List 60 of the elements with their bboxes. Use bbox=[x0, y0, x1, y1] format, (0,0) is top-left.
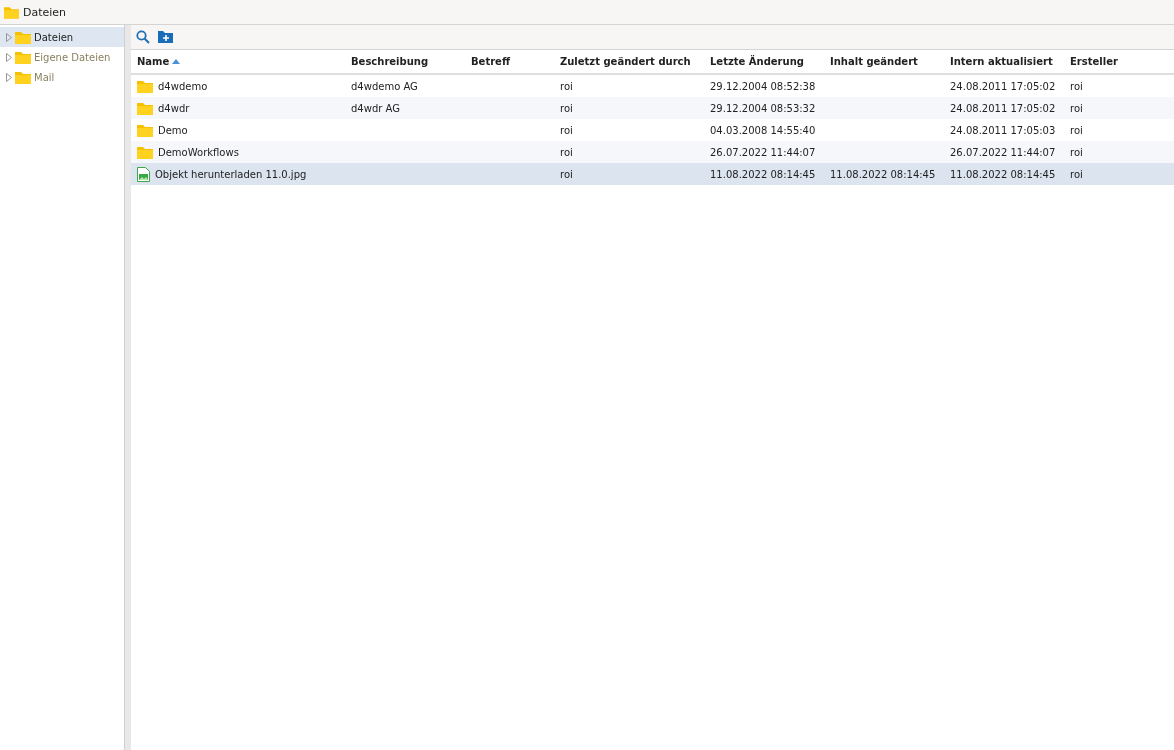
table-row[interactable]: d4wdr d4wdr AG roi 29.12.2004 08:53:32 24.08.2011 17:05:02 roi bbox=[131, 97, 1174, 119]
table-row[interactable]: DemoWorkflows roi 26.07.2022 11:44:07 26.07.2022 11:44:07 roi bbox=[131, 141, 1174, 163]
table-cell: roi bbox=[1070, 124, 1083, 136]
table-cell: roi bbox=[1070, 102, 1083, 114]
table-cell: d4wdr AG bbox=[351, 102, 400, 114]
table-cell: roi bbox=[1070, 168, 1083, 180]
table-cell: 29.12.2004 08:52:38 bbox=[710, 80, 816, 92]
table-cell: 26.07.2022 11:44:07 bbox=[710, 146, 816, 158]
folder-icon bbox=[137, 79, 153, 93]
table-cell: 24.08.2011 17:05:03 bbox=[950, 124, 1056, 136]
tree-item-label: Dateien bbox=[34, 31, 74, 43]
table-cell: 26.07.2022 11:44:07 bbox=[950, 146, 1056, 158]
table-cell: 11.08.2022 08:14:45 bbox=[950, 168, 1056, 180]
table-row[interactable]: Objekt herunterladen 11.0.jpg roi 11.08.2022 08:14:45 11.08.2022 08:14:45 11.08.2022 08:14:45 roi bbox=[131, 163, 1174, 185]
window-title: Dateien bbox=[23, 5, 67, 19]
file-name: DemoWorkflows bbox=[158, 146, 239, 158]
folder-icon bbox=[4, 5, 19, 19]
search-icon bbox=[136, 30, 150, 44]
tree-item[interactable]: Eigene Dateien bbox=[0, 47, 124, 67]
file-name: Objekt herunterladen 11.0.jpg bbox=[155, 168, 307, 180]
column-header[interactable]: Intern aktualisiert bbox=[944, 50, 1064, 73]
new-folder-button[interactable] bbox=[158, 31, 173, 43]
tree-item[interactable]: Mail bbox=[0, 67, 124, 87]
table-cell: 04.03.2008 14:55:40 bbox=[710, 124, 816, 136]
file-name: d4wdr bbox=[158, 102, 190, 114]
table-cell: roi bbox=[560, 146, 573, 158]
file-name: d4wdemo bbox=[158, 80, 208, 92]
folder-icon bbox=[137, 101, 153, 115]
column-header[interactable]: Name bbox=[131, 50, 345, 73]
folder-icon bbox=[137, 145, 153, 159]
column-header[interactable]: Beschreibung bbox=[345, 50, 465, 73]
column-header[interactable]: Inhalt geändert bbox=[824, 50, 944, 73]
column-header[interactable]: Zuletzt geändert durch bbox=[554, 50, 704, 73]
search-button[interactable] bbox=[136, 30, 150, 44]
column-header[interactable]: Betreff bbox=[465, 50, 554, 73]
folder-icon bbox=[137, 123, 153, 137]
table-cell: 24.08.2011 17:05:02 bbox=[950, 80, 1056, 92]
tree-item-label: Mail bbox=[34, 71, 55, 83]
file-name: Demo bbox=[158, 124, 188, 136]
folder-icon bbox=[15, 70, 31, 84]
table-cell: 24.08.2011 17:05:02 bbox=[950, 102, 1056, 114]
table-cell: roi bbox=[560, 124, 573, 136]
tree-item[interactable]: Dateien bbox=[0, 27, 124, 47]
sort-up-icon bbox=[172, 59, 181, 64]
column-header[interactable]: Letzte Änderung bbox=[704, 50, 824, 73]
table-cell: 29.12.2004 08:53:32 bbox=[710, 102, 816, 114]
column-header[interactable]: Ersteller bbox=[1064, 50, 1168, 73]
table-cell: roi bbox=[560, 168, 573, 180]
table-cell: 11.08.2022 08:14:45 bbox=[830, 168, 936, 180]
table-cell: 11.08.2022 08:14:45 bbox=[710, 168, 816, 180]
table-cell: d4wdemo AG bbox=[351, 80, 418, 92]
folder-icon bbox=[15, 50, 31, 64]
tree-item-label: Eigene Dateien bbox=[34, 51, 111, 63]
folder-plus-icon bbox=[158, 31, 173, 43]
table-cell: roi bbox=[1070, 80, 1083, 92]
folder-icon bbox=[15, 30, 31, 44]
table-cell: roi bbox=[560, 102, 573, 114]
table-cell: roi bbox=[1070, 146, 1083, 158]
table-cell: roi bbox=[560, 80, 573, 92]
image-file-icon bbox=[137, 166, 150, 182]
